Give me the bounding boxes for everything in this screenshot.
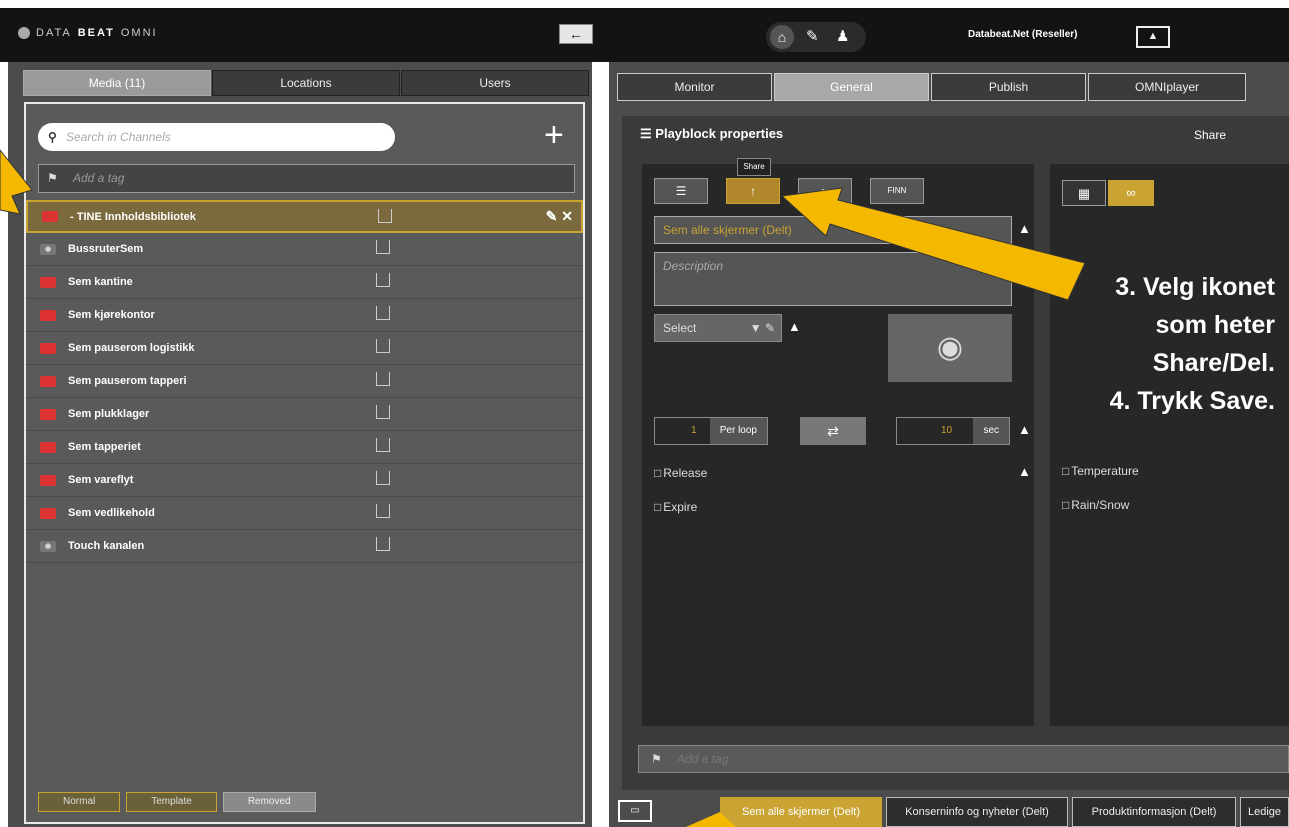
annotation-line: Share/Del.: [1152, 349, 1275, 377]
arrow-left: [0, 149, 33, 215]
arrow-share: [780, 187, 1086, 301]
annotation-text: 3. Velg ikonet som heter Share/Del. 4. T…: [1075, 268, 1275, 420]
annotation-line: 4. Trykk Save.: [1109, 387, 1275, 415]
arrow-bottom: [686, 812, 736, 827]
screenshot: DATA BEAT OMNI ← ⌂ ✎ ♟ Databeat.Net (Resel…: [0, 0, 1289, 827]
annotation-line: 3. Velg ikonet: [1115, 273, 1275, 301]
annotation-line: som heter: [1155, 311, 1275, 339]
